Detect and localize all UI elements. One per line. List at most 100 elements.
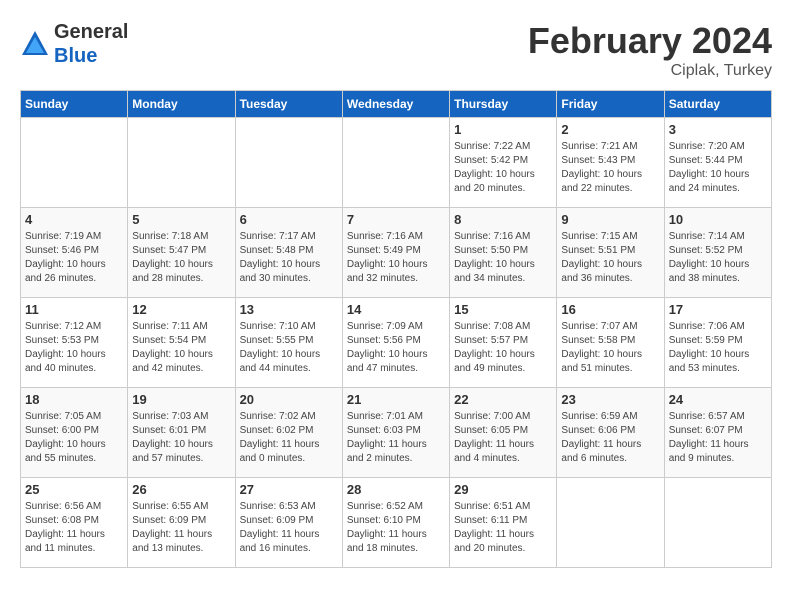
calendar-cell: 14Sunrise: 7:09 AM Sunset: 5:56 PM Dayli… [342, 298, 449, 388]
calendar-week-4: 18Sunrise: 7:05 AM Sunset: 6:00 PM Dayli… [21, 388, 772, 478]
weekday-header-monday: Monday [128, 91, 235, 118]
day-info: Sunrise: 6:51 AM Sunset: 6:11 PM Dayligh… [454, 500, 552, 556]
day-info: Sunrise: 7:18 AM Sunset: 5:47 PM Dayligh… [132, 230, 230, 286]
weekday-header-sunday: Sunday [21, 91, 128, 118]
calendar-cell: 2 Sunrise: 7:21 AM Sunset: 5:43 PM Daylig… [557, 118, 664, 208]
calendar-cell: 3Sunrise: 7:20 AM Sunset: 5:44 PM Daylig… [664, 118, 771, 208]
calendar-cell: 22 Sunrise: 7:00 AM Sunset: 6:05 PM Dayli… [450, 388, 557, 478]
calendar-cell: 25 Sunrise: 6:56 AM Sunset: 6:08 PM Dayli… [21, 478, 128, 568]
day-info: Sunrise: 7:02 AM Sunset: 6:02 PM Dayligh… [240, 410, 338, 466]
calendar-cell [664, 478, 771, 568]
day-info: Sunrise: 7:17 AM Sunset: 5:48 PM Dayligh… [240, 230, 338, 286]
calendar-cell: 8Sunrise: 7:16 AM Sunset: 5:50 PM Daylig… [450, 208, 557, 298]
day-info: Sunrise: 7:20 AM Sunset: 5:44 PM Dayligh… [669, 140, 767, 196]
day-info: Sunrise: 7:07 AM Sunset: 5:58 PM Dayligh… [561, 320, 659, 376]
day-info: Sunrise: 7:11 AM Sunset: 5:54 PM Dayligh… [132, 320, 230, 376]
day-info: Sunrise: 7:12 AM Sunset: 5:53 PM Dayligh… [25, 320, 123, 376]
day-info: Sunrise: 6:56 AM Sunset: 6:08 PM Dayligh… [25, 500, 123, 556]
day-info: Sunrise: 6:53 AM Sunset: 6:09 PM Dayligh… [240, 500, 338, 556]
day-number: 5 [132, 212, 230, 227]
day-number: 27 [240, 482, 338, 497]
calendar-cell: 4Sunrise: 7:19 AM Sunset: 5:46 PM Daylig… [21, 208, 128, 298]
calendar-week-5: 25 Sunrise: 6:56 AM Sunset: 6:08 PM Dayli… [21, 478, 772, 568]
day-number: 24 [669, 392, 767, 407]
calendar-cell: 29 Sunrise: 6:51 AM Sunset: 6:11 PM Dayli… [450, 478, 557, 568]
day-info: Sunrise: 7:00 AM Sunset: 6:05 PM Dayligh… [454, 410, 552, 466]
calendar-cell [235, 118, 342, 208]
day-number: 20 [240, 392, 338, 407]
logo-icon [20, 29, 50, 59]
calendar-cell: 19Sunrise: 7:03 AM Sunset: 6:01 PM Dayli… [128, 388, 235, 478]
calendar-cell: 12 Sunrise: 7:11 AM Sunset: 5:54 PM Dayli… [128, 298, 235, 388]
calendar-cell: 28 Sunrise: 6:52 AM Sunset: 6:10 PM Dayli… [342, 478, 449, 568]
calendar-cell: 24 Sunrise: 6:57 AM Sunset: 6:07 PM Dayli… [664, 388, 771, 478]
day-info: Sunrise: 7:22 AM Sunset: 5:42 PM Dayligh… [454, 140, 552, 196]
calendar-cell: 20 Sunrise: 7:02 AM Sunset: 6:02 PM Dayli… [235, 388, 342, 478]
page-header: General Blue February 2024 Ciplak, Turke… [20, 20, 772, 80]
day-number: 12 [132, 302, 230, 317]
day-number: 21 [347, 392, 445, 407]
day-info: Sunrise: 7:15 AM Sunset: 5:51 PM Dayligh… [561, 230, 659, 286]
calendar-cell: 15 Sunrise: 7:08 AM Sunset: 5:57 PM Dayli… [450, 298, 557, 388]
day-number: 29 [454, 482, 552, 497]
day-number: 4 [25, 212, 123, 227]
calendar-cell: 1 Sunrise: 7:22 AM Sunset: 5:42 PM Daylig… [450, 118, 557, 208]
day-number: 23 [561, 392, 659, 407]
day-number: 10 [669, 212, 767, 227]
day-info: Sunrise: 7:14 AM Sunset: 5:52 PM Dayligh… [669, 230, 767, 286]
day-number: 2 [561, 122, 659, 137]
calendar-cell: 17Sunrise: 7:06 AM Sunset: 5:59 PM Dayli… [664, 298, 771, 388]
calendar-cell: 16 Sunrise: 7:07 AM Sunset: 5:58 PM Dayli… [557, 298, 664, 388]
day-info: Sunrise: 7:09 AM Sunset: 5:56 PM Dayligh… [347, 320, 445, 376]
day-number: 7 [347, 212, 445, 227]
day-number: 1 [454, 122, 552, 137]
day-info: Sunrise: 7:03 AM Sunset: 6:01 PM Dayligh… [132, 410, 230, 466]
day-number: 13 [240, 302, 338, 317]
calendar-week-1: 1 Sunrise: 7:22 AM Sunset: 5:42 PM Daylig… [21, 118, 772, 208]
calendar-table: SundayMondayTuesdayWednesdayThursdayFrid… [20, 90, 772, 568]
calendar-cell: 27 Sunrise: 6:53 AM Sunset: 6:09 PM Dayli… [235, 478, 342, 568]
calendar-cell [557, 478, 664, 568]
calendar-cell: 18Sunrise: 7:05 AM Sunset: 6:00 PM Dayli… [21, 388, 128, 478]
logo-general-text: General [54, 20, 128, 44]
day-number: 26 [132, 482, 230, 497]
day-number: 6 [240, 212, 338, 227]
day-info: Sunrise: 7:08 AM Sunset: 5:57 PM Dayligh… [454, 320, 552, 376]
day-info: Sunrise: 7:16 AM Sunset: 5:50 PM Dayligh… [454, 230, 552, 286]
weekday-header-tuesday: Tuesday [235, 91, 342, 118]
day-number: 16 [561, 302, 659, 317]
day-info: Sunrise: 6:59 AM Sunset: 6:06 PM Dayligh… [561, 410, 659, 466]
calendar-cell: 5 Sunrise: 7:18 AM Sunset: 5:47 PM Daylig… [128, 208, 235, 298]
day-number: 9 [561, 212, 659, 227]
weekday-header-thursday: Thursday [450, 91, 557, 118]
weekday-header-friday: Friday [557, 91, 664, 118]
day-number: 25 [25, 482, 123, 497]
day-number: 15 [454, 302, 552, 317]
logo-text: General Blue [54, 20, 128, 68]
day-info: Sunrise: 6:52 AM Sunset: 6:10 PM Dayligh… [347, 500, 445, 556]
weekday-header-saturday: Saturday [664, 91, 771, 118]
calendar-week-2: 4Sunrise: 7:19 AM Sunset: 5:46 PM Daylig… [21, 208, 772, 298]
day-info: Sunrise: 6:55 AM Sunset: 6:09 PM Dayligh… [132, 500, 230, 556]
day-number: 22 [454, 392, 552, 407]
weekday-header-row: SundayMondayTuesdayWednesdayThursdayFrid… [21, 91, 772, 118]
day-info: Sunrise: 7:21 AM Sunset: 5:43 PM Dayligh… [561, 140, 659, 196]
calendar-cell: 26 Sunrise: 6:55 AM Sunset: 6:09 PM Dayli… [128, 478, 235, 568]
calendar-cell: 7 Sunrise: 7:16 AM Sunset: 5:49 PM Daylig… [342, 208, 449, 298]
location: Ciplak, Turkey [528, 62, 772, 80]
calendar-cell: 9 Sunrise: 7:15 AM Sunset: 5:51 PM Daylig… [557, 208, 664, 298]
day-number: 18 [25, 392, 123, 407]
day-number: 28 [347, 482, 445, 497]
month-title: February 2024 [528, 20, 772, 62]
calendar-cell: 11Sunrise: 7:12 AM Sunset: 5:53 PM Dayli… [21, 298, 128, 388]
day-info: Sunrise: 7:10 AM Sunset: 5:55 PM Dayligh… [240, 320, 338, 376]
title-block: February 2024 Ciplak, Turkey [528, 20, 772, 80]
calendar-cell [342, 118, 449, 208]
calendar-cell: 23 Sunrise: 6:59 AM Sunset: 6:06 PM Dayli… [557, 388, 664, 478]
logo-blue-text: Blue [54, 44, 128, 68]
calendar-cell: 10 Sunrise: 7:14 AM Sunset: 5:52 PM Dayli… [664, 208, 771, 298]
day-info: Sunrise: 6:57 AM Sunset: 6:07 PM Dayligh… [669, 410, 767, 466]
day-info: Sunrise: 7:16 AM Sunset: 5:49 PM Dayligh… [347, 230, 445, 286]
calendar-cell: 13 Sunrise: 7:10 AM Sunset: 5:55 PM Dayli… [235, 298, 342, 388]
day-info: Sunrise: 7:01 AM Sunset: 6:03 PM Dayligh… [347, 410, 445, 466]
